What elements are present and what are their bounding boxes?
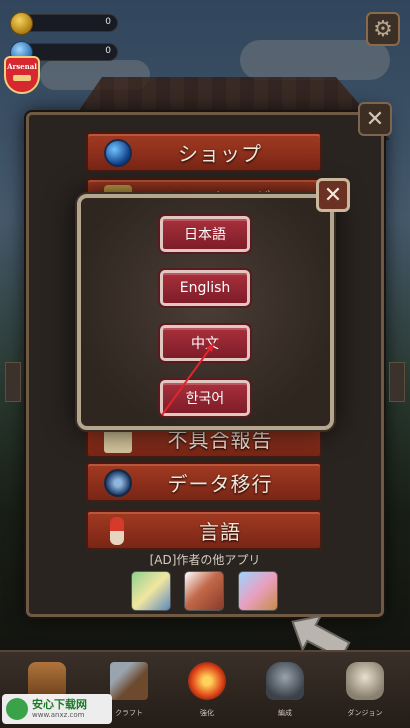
language-option-label: 한국어	[185, 391, 225, 407]
data-transfer-button[interactable]: データ移行	[86, 462, 322, 502]
tab-formation[interactable]: 編成	[258, 662, 312, 722]
tab-label: 強化	[200, 709, 214, 717]
transfer-icon	[104, 469, 132, 497]
ad-label: [AD]作者の他アプリ	[149, 553, 261, 567]
tab-label: 編成	[278, 709, 292, 717]
skull-icon	[346, 662, 384, 700]
gem-value: 0	[105, 46, 111, 56]
orb-icon	[104, 139, 132, 167]
close-icon: ✕	[365, 106, 385, 132]
helmet-icon	[266, 662, 304, 700]
menu-close-button[interactable]: ✕	[358, 102, 392, 136]
language-icon	[110, 517, 124, 545]
settings-button[interactable]: ⚙	[366, 12, 400, 46]
language-option-chinese[interactable]: 中文	[160, 325, 250, 361]
language-option-japanese[interactable]: 日本語	[160, 216, 250, 252]
cannon-icon	[13, 75, 31, 81]
ad-app-icon[interactable]	[184, 571, 224, 611]
scroll-left-arrow[interactable]	[5, 362, 21, 402]
club-badge: Arsenal	[4, 56, 40, 94]
gold-value: 0	[105, 17, 111, 27]
shop-button[interactable]: ショップ	[86, 132, 322, 172]
hammer-icon	[110, 662, 148, 700]
language-option-korean[interactable]: 한국어	[160, 380, 250, 416]
tab-label: ダンジョン	[347, 709, 383, 717]
watermark-title: 安心下载网	[32, 698, 87, 711]
language-label: 言語	[199, 519, 241, 544]
language-option-label: 中文	[191, 336, 219, 352]
tab-enhance[interactable]: 強化	[180, 662, 234, 722]
scroll-right-arrow[interactable]	[389, 362, 405, 402]
data-transfer-label: データ移行	[167, 471, 273, 496]
dialog-close-button[interactable]: ✕	[316, 178, 350, 212]
ad-app-icon[interactable]	[131, 571, 171, 611]
watermark-logo-icon	[6, 698, 28, 720]
ad-app-icon[interactable]	[238, 571, 278, 611]
watermark-url: www.anxz.com	[32, 711, 85, 719]
badge-text: Arsenal	[7, 62, 37, 71]
coin-icon	[10, 12, 33, 35]
site-watermark: 安心下载网 www.anxz.com	[2, 694, 112, 724]
gold-counter: 0	[10, 12, 118, 35]
language-option-english[interactable]: English	[160, 270, 250, 306]
language-option-label: English	[179, 280, 231, 296]
language-button[interactable]: 言語	[86, 510, 322, 550]
tab-dungeon[interactable]: ダンジョン	[338, 662, 392, 722]
shop-label: ショップ	[178, 141, 262, 166]
gear-icon: ⚙	[373, 16, 393, 42]
close-icon: ✕	[323, 182, 343, 208]
fire-icon	[188, 662, 226, 700]
language-option-label: 日本語	[184, 227, 226, 243]
